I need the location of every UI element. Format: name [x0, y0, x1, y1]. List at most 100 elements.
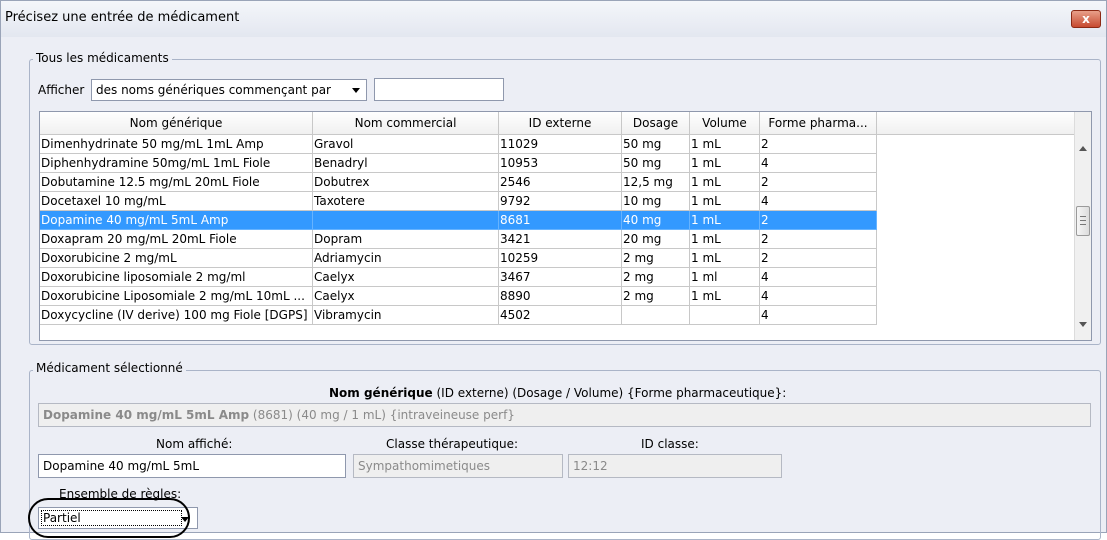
- title-bar: Précisez une entrée de médicament x: [1, 1, 1106, 37]
- table-cell: 50 mg: [622, 154, 690, 173]
- summary-heading: Nom générique (ID externe) (Dosage / Vol…: [329, 386, 787, 400]
- table-cell: Doxorubicine liposomiale 2 mg/ml: [40, 268, 313, 287]
- table-cell: 11029: [499, 135, 622, 154]
- table-cell: 4: [760, 154, 877, 173]
- table-cell: 2 mg: [622, 268, 690, 287]
- table-cell: 1 mL: [690, 154, 760, 173]
- table-cell: Doxorubicine 2 mg/mL: [40, 249, 313, 268]
- table-cell: Dobutrex: [313, 173, 499, 192]
- table-cell: 12,5 mg: [622, 173, 690, 192]
- table-header: Nom générique Nom commercial ID externe …: [40, 112, 1075, 135]
- display-name-label: Nom affiché:: [156, 437, 233, 451]
- table-cell: 4502: [499, 306, 622, 325]
- table-row[interactable]: Doxycycline (IV derive) 100 mg Fiole [DG…: [40, 306, 877, 325]
- table-row[interactable]: Doxorubicine 2 mg/mL Adriamycin 10259 2 mg 1…: [40, 249, 877, 268]
- column-header-volume[interactable]: Volume: [690, 112, 760, 134]
- table-cell: 8681: [499, 211, 622, 230]
- table-cell: 8890: [499, 287, 622, 306]
- table-cell: Taxotere: [313, 192, 499, 211]
- column-header-dosage[interactable]: Dosage: [622, 112, 690, 134]
- table-cell: Adriamycin: [313, 249, 499, 268]
- all-medications-legend: Tous les médicaments: [33, 51, 172, 65]
- close-button[interactable]: x: [1071, 10, 1101, 28]
- filter-dropdown-value: des noms génériques commençant par: [96, 83, 331, 97]
- table-cell: 4: [760, 287, 877, 306]
- show-label: Afficher: [38, 83, 85, 97]
- table-cell: Dimenhydrinate 50 mg/mL 1mL Amp: [40, 135, 313, 154]
- table-cell: Docetaxel 10 mg/mL: [40, 192, 313, 211]
- table-cell: 10259: [499, 249, 622, 268]
- scroll-thumb[interactable]: [1076, 206, 1090, 236]
- table-cell: Caelyx: [313, 287, 499, 306]
- filter-dropdown[interactable]: des noms génériques commençant par: [91, 79, 367, 101]
- table-cell: 2: [760, 135, 877, 154]
- table-cell: 50 mg: [622, 135, 690, 154]
- table-cell: Doxorubicine Liposomiale 2 mg/mL 10mL ..…: [40, 287, 313, 306]
- table-cell: 10 mg: [622, 192, 690, 211]
- selected-medication-legend: Médicament sélectionné: [33, 361, 186, 375]
- table-cell: 4: [760, 192, 877, 211]
- table-row[interactable]: Dobutamine 12.5 mg/mL 20mL Fiole Dobutrex…: [40, 173, 877, 192]
- table-cell: Doxapram 20 mg/mL 20mL Fiole: [40, 230, 313, 249]
- table-cell: 10953: [499, 154, 622, 173]
- table-cell: 1 ml: [690, 268, 760, 287]
- column-header-external-id[interactable]: ID externe: [499, 112, 622, 134]
- table-cell: [622, 306, 690, 325]
- highlight-circle: [28, 498, 190, 538]
- chevron-down-icon: [352, 88, 360, 93]
- summary-field: Dopamine 40 mg/mL 5mL Amp (8681) (40 mg …: [38, 403, 1091, 427]
- filter-text-input[interactable]: [374, 78, 504, 101]
- table-cell: 3421: [499, 230, 622, 249]
- table-row[interactable]: Doxorubicine liposomiale 2 mg/ml Caelyx 34…: [40, 268, 877, 287]
- table-cell: 2 mg: [622, 287, 690, 306]
- table-cell: 1 mL: [690, 173, 760, 192]
- vertical-scrollbar[interactable]: [1074, 112, 1091, 340]
- dialog-window: Précisez une entrée de médicament x Tous…: [0, 0, 1107, 540]
- table-cell: 2: [760, 249, 877, 268]
- table-cell: Gravol: [313, 135, 499, 154]
- column-header-generic-name[interactable]: Nom générique: [40, 112, 313, 134]
- table-cell: 2 mg: [622, 249, 690, 268]
- table-row[interactable]: Doxapram 20 mg/mL 20mL Fiole Dopram 3421 20…: [40, 230, 877, 249]
- table-row[interactable]: Dopamine 40 mg/mL 5mL Amp 8681 40 mg 1 mL 2: [40, 211, 877, 230]
- table-cell: 3467: [499, 268, 622, 287]
- table-cell: 2: [760, 230, 877, 249]
- table-cell: 2: [760, 211, 877, 230]
- table-cell: 40 mg: [622, 211, 690, 230]
- table-row[interactable]: Doxorubicine Liposomiale 2 mg/mL 10mL ..…: [40, 287, 877, 306]
- table-cell: Vibramycin: [313, 306, 499, 325]
- therapeutic-class-field: Sympathomimetiques: [353, 454, 563, 478]
- class-id-label: ID classe:: [641, 437, 699, 451]
- table-cell: 1 mL: [690, 230, 760, 249]
- class-id-field: 12:12: [568, 454, 782, 478]
- table-cell: Caelyx: [313, 268, 499, 287]
- medications-table: Nom générique Nom commercial ID externe …: [39, 111, 1092, 341]
- table-row[interactable]: Docetaxel 10 mg/mL Taxotere 9792 10 mg 1 mL 4: [40, 192, 877, 211]
- window-title: Précisez une entrée de médicament: [5, 10, 240, 25]
- table-cell: 4: [760, 306, 877, 325]
- scroll-down-icon[interactable]: [1079, 322, 1087, 327]
- table-cell: 2546: [499, 173, 622, 192]
- table-cell: 1 mL: [690, 211, 760, 230]
- table-cell: 9792: [499, 192, 622, 211]
- table-cell: Benadryl: [313, 154, 499, 173]
- table-cell: 4: [760, 268, 877, 287]
- column-header-brand-name[interactable]: Nom commercial: [313, 112, 499, 134]
- table-cell: 1 mL: [690, 192, 760, 211]
- table-cell: 1 mL: [690, 287, 760, 306]
- table-cell: 1 mL: [690, 249, 760, 268]
- table-cell: Diphenhydramine 50mg/mL 1mL Fiole: [40, 154, 313, 173]
- table-cell: Doxycycline (IV derive) 100 mg Fiole [DG…: [40, 306, 313, 325]
- display-name-input[interactable]: Dopamine 40 mg/mL 5mL: [38, 454, 346, 478]
- table-row[interactable]: Diphenhydramine 50mg/mL 1mL Fiole Benadry…: [40, 154, 877, 173]
- table-cell: [313, 211, 499, 230]
- scroll-up-icon[interactable]: [1079, 146, 1087, 151]
- table-cell: Dopamine 40 mg/mL 5mL Amp: [40, 211, 313, 230]
- therapeutic-class-label: Classe thérapeutique:: [386, 437, 519, 451]
- table-cell: Dopram: [313, 230, 499, 249]
- table-row[interactable]: Dimenhydrinate 50 mg/mL 1mL Amp Gravol 110…: [40, 135, 877, 154]
- table-cell: [690, 306, 760, 325]
- table-cell: 1 mL: [690, 135, 760, 154]
- table-cell: Dobutamine 12.5 mg/mL 20mL Fiole: [40, 173, 313, 192]
- column-header-pharma-form[interactable]: Forme pharma...: [760, 112, 877, 134]
